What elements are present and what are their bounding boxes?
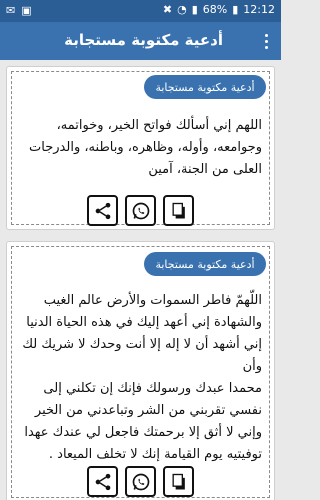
card-actions (7, 466, 274, 497)
dua-line: والشهادة إني أعهد إليك في هذه الحياة الد… (26, 315, 262, 330)
share-icon (95, 202, 110, 219)
dua-line: اللّهمّ فاطر السموات والأرض عالم الغيب (43, 293, 262, 308)
copy-icon (172, 202, 185, 218)
mail-icon: ✉ (6, 4, 16, 17)
copy-button[interactable] (163, 466, 194, 497)
dua-line: إني أشهد أن لا إله إلا أنت وحدك لا شريك … (22, 337, 262, 374)
wifi-icon: ◔ (177, 3, 187, 16)
copy-icon (172, 473, 185, 489)
dua-line: العلى من الجنة، آمين (148, 162, 262, 177)
whatsapp-button[interactable] (125, 195, 156, 226)
image-icon: ▣ (21, 4, 32, 17)
battery-percent: 68% (202, 3, 228, 16)
battery-icon: ▮ (232, 3, 239, 16)
status-system: ✖ ◔ ▮ 68% ▮ 12:12 (163, 3, 275, 16)
whatsapp-icon (132, 202, 149, 219)
dua-card: أدعية مكتوبة مستجابة اللهم إني أسألك فوا… (6, 66, 275, 230)
dua-line: وجوامعه، وأوله، وظاهره، وباطنه، والدرجات (29, 140, 262, 155)
share-button[interactable] (87, 195, 118, 226)
card-badge: أدعية مكتوبة مستجابة (144, 252, 266, 276)
signal-icon: ▮ (191, 3, 198, 16)
dua-text: اللّهمّ فاطر السموات والأرض عالم الغيب و… (19, 290, 262, 466)
dua-text: اللهم إني أسألك فواتح الخير، وخواتمه، وج… (19, 115, 262, 181)
page-title: أدعية مكتوبة مستجابة (64, 31, 223, 49)
dua-line: محمدا عبدك ورسولك فإنك إن تكلني إلى (43, 381, 262, 396)
app-bar: أدعية مكتوبة مستجابة (0, 22, 281, 60)
status-notifications: ✉ ▣ (6, 4, 32, 17)
card-actions (7, 195, 274, 226)
whatsapp-icon (132, 473, 149, 490)
dua-line: وإني لا أثق إلا برحمتك فاجعل لي عندك عهد… (24, 425, 262, 440)
share-button[interactable] (87, 466, 118, 497)
card-badge: أدعية مكتوبة مستجابة (144, 75, 266, 99)
status-bar: ✉ ▣ ✖ ◔ ▮ 68% ▮ 12:12 (0, 0, 281, 22)
overflow-menu-icon[interactable] (261, 30, 271, 52)
silent-icon: ✖ (162, 3, 173, 16)
dua-card: أدعية مكتوبة مستجابة اللّهمّ فاطر السموا… (6, 241, 275, 500)
share-icon (95, 473, 110, 490)
clock: 12:12 (243, 3, 275, 16)
dua-line: نفسي تقربني من الشر وتباعدني من الخير (34, 403, 262, 418)
dua-line: اللهم إني أسألك فواتح الخير، وخواتمه، (56, 118, 262, 133)
dua-line: توفيتيه يوم القيامة إنك لا تخلف الميعاد … (48, 447, 262, 462)
whatsapp-button[interactable] (125, 466, 156, 497)
copy-button[interactable] (163, 195, 194, 226)
